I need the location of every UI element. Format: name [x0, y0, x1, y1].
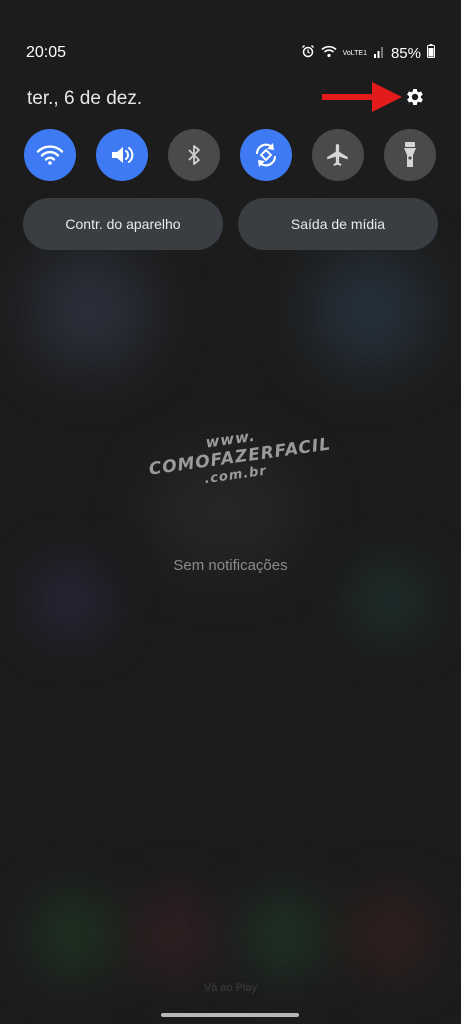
alarm-icon	[301, 44, 315, 63]
sound-toggle[interactable]	[96, 129, 148, 181]
auto-rotate-icon	[255, 143, 277, 167]
airplane-icon	[327, 144, 348, 166]
bottom-hint-text: Vá ao Play	[203, 982, 258, 994]
device-control-button[interactable]: Contr. do aparelho	[23, 198, 223, 250]
home-indicator[interactable]	[161, 1013, 299, 1017]
auto-rotate-toggle[interactable]	[240, 129, 292, 181]
settings-button[interactable]	[404, 86, 426, 108]
quick-settings-panel: 20:05 VoLTE1 85% ter., 6 de dez. Contr. …	[0, 0, 461, 1024]
bluetooth-icon	[188, 145, 200, 165]
battery-icon	[427, 44, 435, 63]
clock: 20:05	[26, 44, 67, 61]
watermark: www. COMOFAZERFACIL .com.br	[145, 418, 333, 494]
flashlight-icon	[404, 142, 416, 167]
gear-icon	[407, 89, 423, 105]
airplane-mode-toggle[interactable]	[312, 129, 364, 181]
quick-toggles-row	[0, 129, 461, 181]
signal-icon	[373, 45, 385, 63]
red-arrow-annotation	[322, 82, 402, 112]
status-icons: VoLTE1 85%	[301, 44, 435, 63]
wifi-status-icon	[321, 45, 337, 63]
wifi-toggle[interactable]	[24, 129, 76, 181]
date-label: ter., 6 de dez.	[27, 88, 143, 109]
wifi-icon	[36, 145, 64, 165]
no-notifications-text: Sem notificações	[173, 557, 288, 574]
battery-percent: 85%	[390, 45, 421, 62]
volume-icon	[112, 147, 134, 163]
volte-icon: VoLTE1	[342, 50, 367, 57]
flashlight-toggle[interactable]	[384, 129, 436, 181]
media-output-button[interactable]: Saída de mídia	[238, 198, 438, 250]
bluetooth-toggle[interactable]	[168, 129, 220, 181]
status-bar: 20:05 VoLTE1 85% ter., 6 de dez.	[0, 0, 461, 112]
